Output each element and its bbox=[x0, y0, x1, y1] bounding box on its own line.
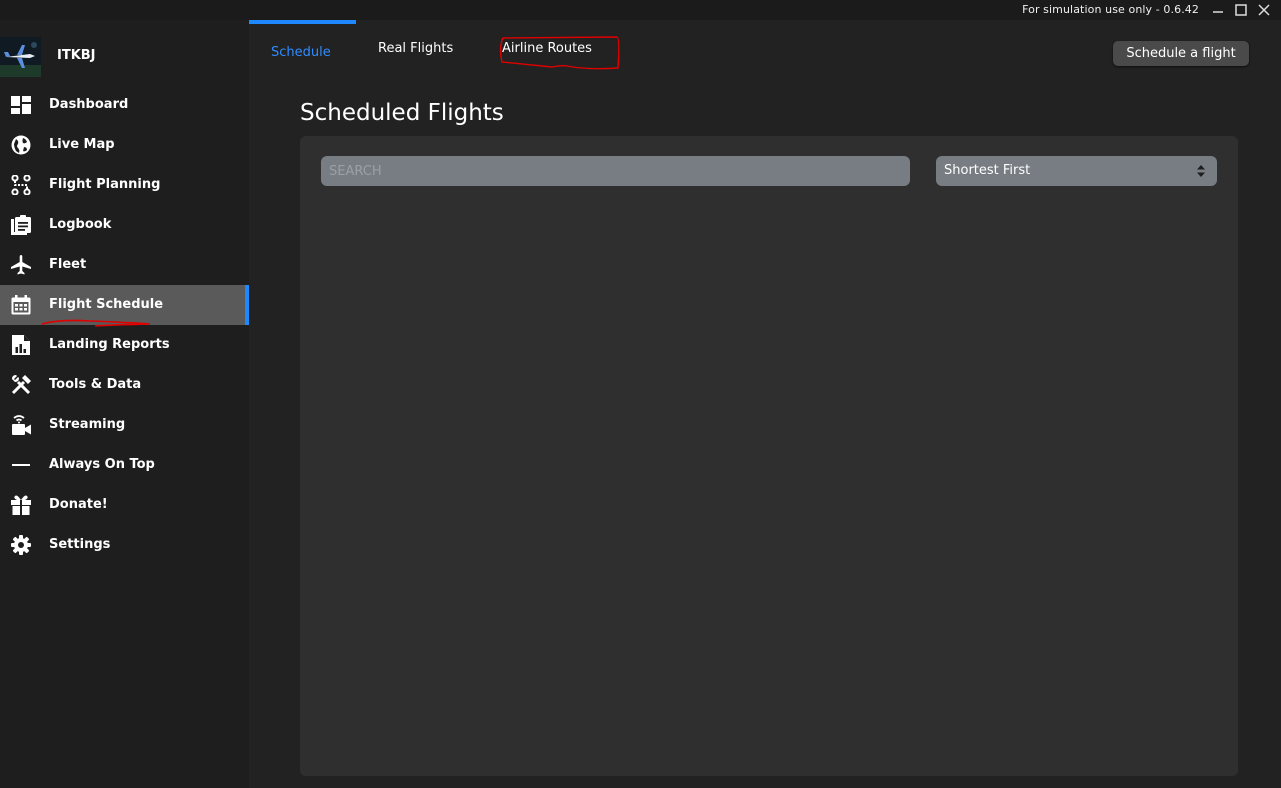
sidebar-item-label: Always On Top bbox=[49, 457, 155, 472]
schedule-flight-button[interactable]: Schedule a flight bbox=[1113, 41, 1249, 66]
version-text: For simulation use only - 0.6.42 bbox=[1022, 3, 1199, 16]
sidebar-item-label: Landing Reports bbox=[49, 337, 170, 352]
close-icon[interactable] bbox=[1253, 0, 1275, 20]
sidebar-item-streaming[interactable]: Streaming bbox=[0, 405, 249, 445]
minimize-icon[interactable] bbox=[1207, 0, 1229, 20]
sidebar-item-label: Flight Schedule bbox=[49, 297, 164, 312]
tab-real-flights[interactable]: Real Flights bbox=[378, 41, 453, 56]
sidebar-item-tools-data[interactable]: Tools & Data bbox=[0, 365, 249, 405]
sidebar-item-donate[interactable]: Donate! bbox=[0, 485, 249, 525]
sidebar-item-label: Live Map bbox=[49, 137, 115, 152]
report-icon bbox=[10, 335, 32, 355]
dashboard-icon bbox=[10, 95, 32, 115]
annotation-underline bbox=[41, 319, 151, 327]
sidebar-item-label: Flight Planning bbox=[49, 177, 161, 192]
maximize-icon[interactable] bbox=[1230, 0, 1252, 20]
tab-active-indicator bbox=[249, 20, 356, 24]
sidebar-item-fleet[interactable]: Fleet bbox=[0, 245, 249, 285]
tools-icon bbox=[10, 375, 32, 395]
sort-select[interactable]: Shortest First bbox=[936, 156, 1217, 186]
tab-schedule[interactable]: Schedule bbox=[271, 45, 331, 60]
avatar bbox=[0, 37, 41, 77]
sidebar: ITKBJ Dashboard Live Map Flight Planning… bbox=[0, 20, 249, 788]
gift-icon bbox=[10, 495, 32, 515]
sidebar-item-dashboard[interactable]: Dashboard bbox=[0, 85, 249, 125]
annotation-circle bbox=[499, 36, 620, 70]
sidebar-item-flight-planning[interactable]: Flight Planning bbox=[0, 165, 249, 205]
active-indicator bbox=[245, 285, 249, 325]
clipboard-icon bbox=[10, 215, 32, 235]
sidebar-item-label: Tools & Data bbox=[49, 377, 142, 392]
sidebar-item-label: Logbook bbox=[49, 217, 112, 232]
sidebar-item-settings[interactable]: Settings bbox=[0, 525, 249, 565]
sidebar-item-label: Donate! bbox=[49, 497, 108, 512]
title-bar: For simulation use only - 0.6.42 bbox=[0, 0, 1281, 20]
sidebar-item-landing-reports[interactable]: Landing Reports bbox=[0, 325, 249, 365]
dash-icon bbox=[10, 455, 32, 475]
airplane-icon bbox=[10, 255, 32, 275]
sidebar-item-logbook[interactable]: Logbook bbox=[0, 205, 249, 245]
page-title: Scheduled Flights bbox=[300, 100, 504, 126]
search-input[interactable] bbox=[321, 156, 910, 186]
calendar-icon bbox=[10, 295, 32, 315]
sidebar-item-live-map[interactable]: Live Map bbox=[0, 125, 249, 165]
sidebar-item-always-on-top[interactable]: Always On Top bbox=[0, 445, 249, 485]
sidebar-item-label: Dashboard bbox=[49, 97, 129, 112]
video-icon bbox=[10, 415, 32, 435]
sidebar-item-label: Settings bbox=[49, 537, 111, 552]
gear-icon bbox=[10, 535, 32, 555]
profile[interactable]: ITKBJ bbox=[0, 37, 249, 77]
sort-selected-value: Shortest First bbox=[944, 163, 1031, 178]
route-icon bbox=[10, 175, 32, 195]
scheduled-flights-panel: Shortest First bbox=[300, 136, 1238, 776]
sidebar-item-label: Streaming bbox=[49, 417, 126, 432]
username: ITKBJ bbox=[57, 48, 96, 63]
sidebar-item-label: Fleet bbox=[49, 257, 87, 272]
globe-icon bbox=[10, 135, 32, 155]
chevron-updown-icon bbox=[1197, 164, 1205, 178]
